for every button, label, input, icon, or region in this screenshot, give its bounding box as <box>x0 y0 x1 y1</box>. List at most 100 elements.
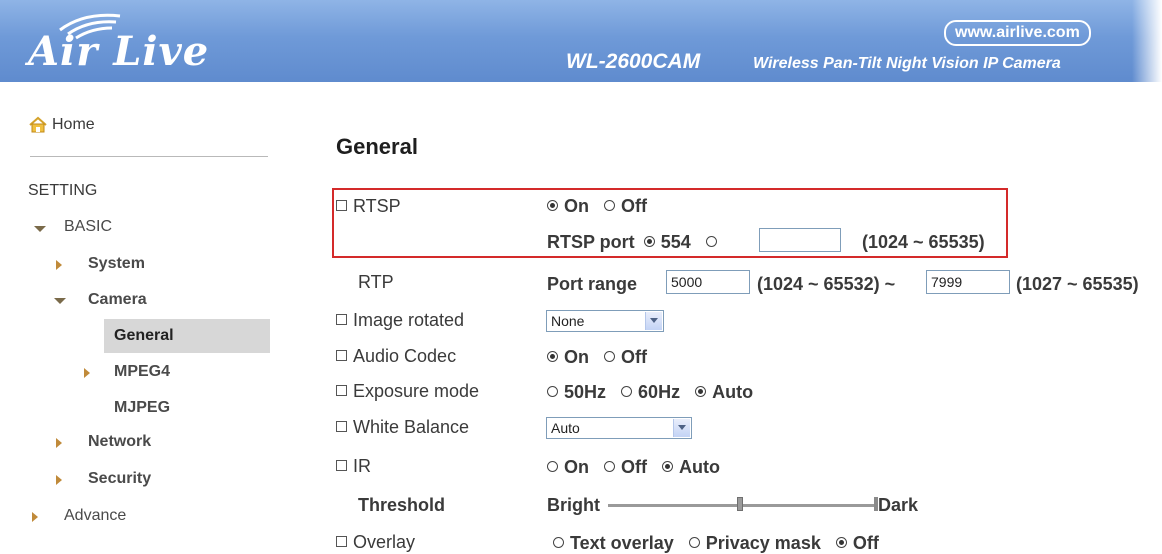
page-title: General <box>336 134 418 159</box>
ir-options: On Off Auto <box>547 457 730 478</box>
chevron-down-icon[interactable] <box>673 419 690 437</box>
rtsp-on-option[interactable]: On <box>547 196 589 217</box>
radio-selected-icon <box>547 350 558 362</box>
rtp-label: RTP <box>358 272 394 292</box>
threshold-slider-thumb[interactable] <box>737 497 743 511</box>
rtsp-port-range: (1024 ~ 65535) <box>862 232 985 252</box>
threshold-dark-label: Dark <box>878 495 919 515</box>
chevron-down-icon[interactable] <box>645 312 662 330</box>
exposure-50hz-option[interactable]: 50Hz <box>547 382 606 403</box>
logo-text: Air Live <box>28 28 210 75</box>
nav-basic-label: BASIC <box>64 218 113 235</box>
exposure-mode-label: Exposure mode <box>353 381 480 401</box>
nav-mjpeg[interactable]: MJPEG <box>114 399 234 421</box>
exposure-mode-options: 50Hz 60Hz Auto <box>547 382 763 403</box>
rtsp-port-custom-radio[interactable] <box>705 235 717 247</box>
audio-codec-on-option[interactable]: On <box>547 347 589 368</box>
nav-general-label: General <box>114 327 174 344</box>
rtsp-port-default-option[interactable]: 554 <box>643 232 691 253</box>
ir-auto-option[interactable]: Auto <box>662 457 720 478</box>
image-rotated-select[interactable]: None <box>546 310 664 332</box>
nav-mpeg4-label: MPEG4 <box>114 363 171 380</box>
rtsp-port-input[interactable] <box>759 228 841 252</box>
radio-icon <box>553 536 564 548</box>
exposure-60hz-label: 60Hz <box>638 382 681 402</box>
bullet-box-icon <box>336 420 347 432</box>
overlay-text-option[interactable]: Text overlay <box>553 533 674 554</box>
radio-selected-icon <box>835 536 847 548</box>
rtp-start-input[interactable] <box>666 270 750 294</box>
ir-on-option[interactable]: On <box>547 457 589 478</box>
rtp-start-range: (1024 ~ 65532) ~ <box>757 274 896 294</box>
radio-icon <box>688 536 700 548</box>
nav-system[interactable]: System <box>52 255 192 277</box>
rtsp-port-label: RTSP port <box>547 232 635 252</box>
sidebar: Home SETTING BASIC System Camera General… <box>0 82 270 552</box>
bullet-box-icon <box>336 199 347 211</box>
header-banner: Air Live www.airlive.com WL-2600CAM Wire… <box>0 0 1162 82</box>
site-url-link[interactable]: www.airlive.com <box>944 20 1091 46</box>
overlay-options: Text overlay Privacy mask Off <box>553 533 889 554</box>
rtp-end-input[interactable] <box>926 270 1010 294</box>
image-rotated-value: None <box>551 313 585 329</box>
radio-icon <box>547 460 558 472</box>
nav-basic[interactable]: BASIC <box>30 218 170 240</box>
bullet-box-icon <box>336 535 347 547</box>
white-balance-select[interactable]: Auto <box>546 417 692 439</box>
bullet-box-icon <box>336 313 347 325</box>
radio-icon <box>621 385 633 397</box>
nav-network[interactable]: Network <box>52 433 192 455</box>
nav-network-label: Network <box>88 433 152 450</box>
audio-codec-row: Audio Codec <box>336 346 456 367</box>
rtsp-off-label: Off <box>621 196 648 216</box>
ir-on-label: On <box>564 457 589 477</box>
overlay-privacy-option[interactable]: Privacy mask <box>688 533 821 554</box>
radio-selected-icon <box>695 385 707 397</box>
audio-codec-off-option[interactable]: Off <box>604 347 647 368</box>
white-balance-value: Auto <box>551 420 580 436</box>
nav-advance-label: Advance <box>64 507 127 524</box>
rtsp-port-default-label: 554 <box>660 232 691 252</box>
nav-security[interactable]: Security <box>52 470 192 492</box>
caret-down-icon <box>34 226 46 232</box>
model-name: WL-2600CAM <box>566 50 701 73</box>
nav-mpeg4[interactable]: MPEG4 <box>80 363 220 385</box>
radio-icon <box>604 199 616 211</box>
airlive-logo[interactable]: Air Live <box>24 8 224 75</box>
caret-right-icon <box>56 260 62 270</box>
nav-camera[interactable]: Camera <box>52 291 192 313</box>
nav-home[interactable]: Home <box>28 116 148 138</box>
nav-camera-label: Camera <box>88 291 147 308</box>
exposure-mode-row: Exposure mode <box>336 381 479 402</box>
exposure-auto-option[interactable]: Auto <box>695 382 753 403</box>
nav-general[interactable]: General <box>104 319 270 353</box>
overlay-off-label: Off <box>852 533 879 553</box>
overlay-privacy-label: Privacy mask <box>705 533 821 553</box>
overlay-text-label: Text overlay <box>570 533 674 553</box>
caret-down-icon <box>54 298 66 304</box>
exposure-auto-label: Auto <box>712 382 754 402</box>
ir-off-option[interactable]: Off <box>604 457 647 478</box>
nav-mjpeg-label: MJPEG <box>114 399 171 416</box>
ir-auto-label: Auto <box>679 457 721 477</box>
radio-selected-icon <box>643 235 655 247</box>
main-content: General RTSP On Off RTSP port 554 (1024 … <box>270 82 1162 554</box>
rtsp-label-row: RTSP <box>336 196 401 217</box>
overlay-row: Overlay <box>336 532 415 553</box>
nav-home-label: Home <box>52 116 95 133</box>
overlay-off-option[interactable]: Off <box>835 533 879 554</box>
nav-advance[interactable]: Advance <box>28 507 168 529</box>
caret-right-icon <box>32 512 38 522</box>
overlay-label: Overlay <box>353 532 416 552</box>
model-description: Wireless Pan-Tilt Night Vision IP Camera <box>753 55 1061 72</box>
white-balance-label: White Balance <box>353 417 470 437</box>
image-rotated-label: Image rotated <box>353 310 465 330</box>
exposure-60hz-option[interactable]: 60Hz <box>621 382 680 403</box>
caret-right-icon <box>84 368 90 378</box>
ir-row: IR <box>336 456 371 477</box>
audio-codec-label: Audio Codec <box>353 346 457 366</box>
bullet-box-icon <box>336 384 347 396</box>
rtsp-off-option[interactable]: Off <box>604 196 647 217</box>
radio-selected-icon <box>662 460 674 472</box>
rtsp-port-row: RTSP port 554 <box>547 232 723 253</box>
